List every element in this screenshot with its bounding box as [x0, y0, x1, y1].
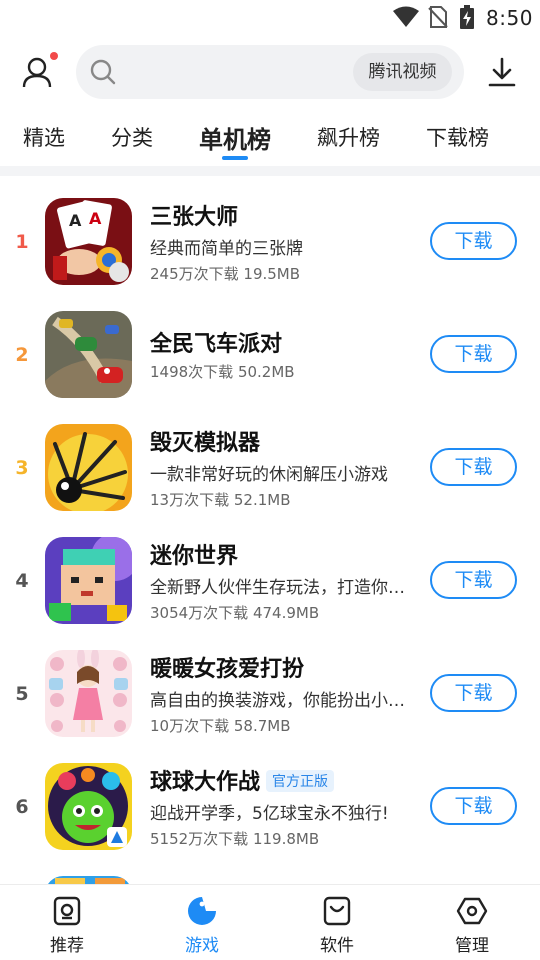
app-meta: 3054万次下载 474.9MB [150, 604, 320, 622]
app-name: 迷你世界 [150, 544, 239, 569]
app-meta: 245万次下载 19.5MB [150, 265, 301, 283]
nav-label: 管理 [455, 936, 489, 956]
svg-text:A: A [89, 209, 102, 228]
rank-number: 2 [15, 344, 29, 366]
app-meta: 13万次下载 52.1MB [150, 491, 291, 509]
app-description: 全新野人伙伴生存玩法，打造你的专属部落 [150, 578, 420, 598]
app-icon-sanzhang: A A [45, 198, 132, 285]
wifi-icon [393, 6, 419, 27]
rank-number: 6 [15, 796, 29, 818]
app-meta: 1498次下载 50.2MB [150, 363, 295, 381]
game-icon [188, 897, 216, 925]
app-icon-ball-battle [45, 763, 132, 850]
list-item[interactable]: 6 球球大作战 官方正版 迎战开学季，5亿球宝永不独行! 5152万次下载 119… [0, 750, 540, 863]
app-meta: 5152万次下载 119.8MB [150, 830, 320, 848]
nav-games[interactable]: 游戏 [162, 895, 242, 956]
status-bar: 8:50 [0, 0, 540, 36]
download-button[interactable]: 下载 [430, 448, 517, 486]
app-icon-destruction [45, 424, 132, 511]
app-icon-mini-world [45, 537, 132, 624]
section-divider [0, 166, 540, 176]
status-time: 8:50 [486, 6, 533, 30]
app-description: 一款非常好玩的休闲解压小游戏 [150, 465, 388, 485]
download-button[interactable]: 下载 [430, 222, 517, 260]
app-name-text: 球球大作战 [150, 770, 261, 795]
app-name: 三张大师 [150, 205, 239, 230]
download-button[interactable]: 下载 [430, 335, 517, 373]
rank-number: 5 [15, 683, 29, 705]
nav-software[interactable]: 软件 [297, 895, 377, 956]
nav-manage[interactable]: 管理 [432, 895, 512, 956]
official-badge: 官方正版 [266, 770, 335, 792]
rank-number: 3 [15, 457, 29, 479]
app-description: 经典而简单的三张牌 [150, 239, 303, 259]
app-name: 球球大作战 官方正版 [150, 764, 335, 796]
rank-number: 1 [15, 231, 29, 253]
search-icon [90, 59, 116, 85]
no-sim-icon [428, 6, 448, 28]
app-icon-racing [45, 311, 132, 398]
list-item[interactable]: 2 全民飞车派对 1498次下载 50.2MB 下载 [0, 298, 540, 411]
user-avatar-button[interactable] [20, 52, 58, 92]
search-input[interactable]: 腾讯视频 [76, 45, 464, 99]
app-name: 毁灭模拟器 [150, 431, 261, 456]
app-description: 迎战开学季，5亿球宝永不独行! [150, 804, 389, 824]
nav-label: 游戏 [185, 936, 219, 956]
app-meta: 10万次下载 58.7MB [150, 717, 291, 735]
nav-recommend[interactable]: 推荐 [27, 895, 107, 956]
app-description: 高自由的换装游戏，你能扮出小仙女吗 [150, 691, 420, 711]
rank-number: 4 [15, 570, 29, 592]
app-header: 腾讯视频 [0, 40, 540, 108]
tab-standalone-chart[interactable]: 单机榜 [199, 120, 271, 155]
nav-label: 推荐 [50, 936, 84, 956]
tab-categories[interactable]: 分类 [111, 122, 153, 152]
app-name: 全民飞车派对 [150, 332, 283, 357]
list-item[interactable]: 5 暖暖女孩爱打扮 高自由的换装游戏，你能扮出小仙女吗 10万次下载 58.7M… [0, 637, 540, 750]
tab-rising-chart[interactable]: 飙升榜 [317, 122, 380, 152]
recommend-icon [53, 896, 81, 926]
tab-featured[interactable]: 精选 [23, 122, 65, 152]
download-button[interactable]: 下载 [430, 674, 517, 712]
app-name: 暖暖女孩爱打扮 [150, 657, 305, 682]
category-tabs: 精选 分类 单机榜 飙升榜 下载榜 [0, 112, 540, 166]
tab-active-indicator [222, 156, 248, 160]
list-item[interactable]: 4 迷你世界 全新野人伙伴生存玩法，打造你的专属部落 3054万次下载 474.… [0, 524, 540, 637]
software-icon [323, 896, 351, 926]
bottom-navigation: 推荐 游戏 软件 管理 [0, 884, 540, 960]
app-icon-dressup [45, 650, 132, 737]
list-item[interactable]: 1 A A 三张大师 经典而简单的三张牌 245万次下载 19.5MB 下载 [0, 185, 540, 298]
nav-label: 软件 [320, 936, 354, 956]
download-button[interactable]: 下载 [430, 561, 517, 599]
download-icon[interactable] [486, 56, 518, 88]
svg-text:A: A [69, 211, 82, 230]
search-hot-word[interactable]: 腾讯视频 [353, 53, 452, 91]
tab-download-chart[interactable]: 下载榜 [426, 122, 489, 152]
list-item[interactable]: 3 毁灭模拟器 一款非常好玩的休闲解压小游戏 13万次下载 52.1MB 下载 [0, 411, 540, 524]
download-button[interactable]: 下载 [430, 787, 517, 825]
manage-icon [456, 897, 488, 925]
notification-dot [50, 52, 58, 60]
battery-charging-icon [460, 5, 474, 29]
